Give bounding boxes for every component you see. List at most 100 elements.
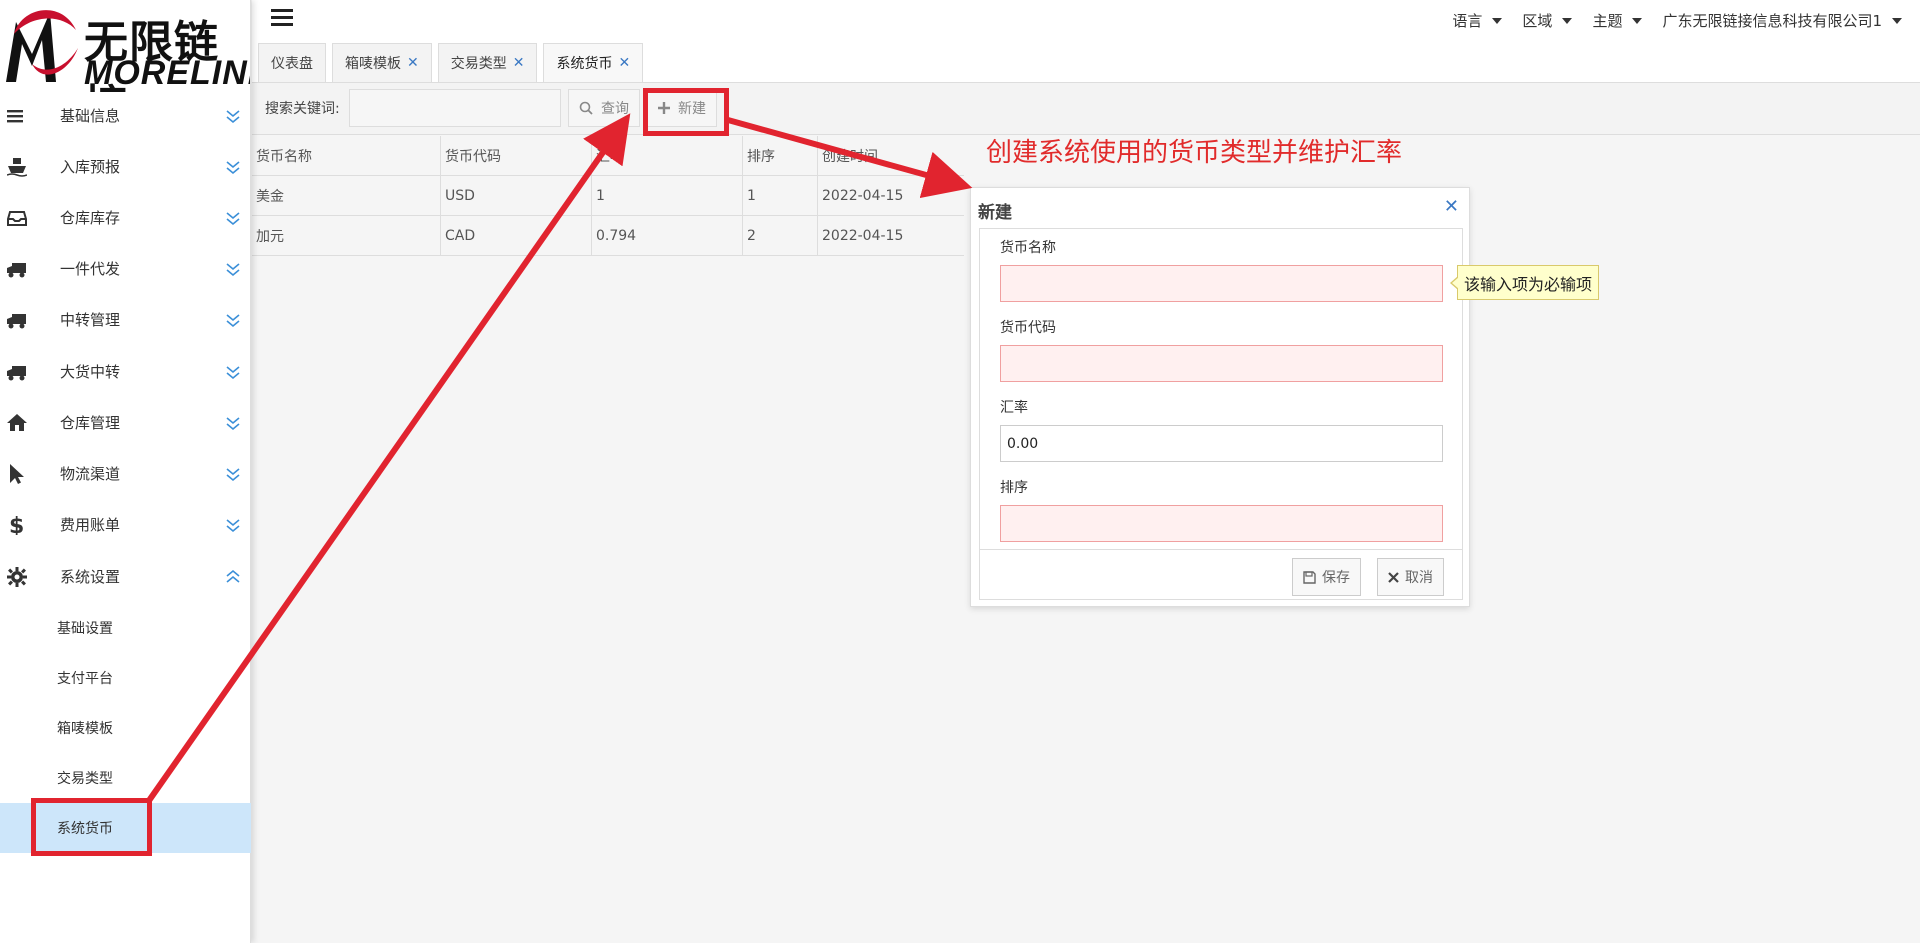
- sidebar-subitem-label: 交易类型: [57, 771, 113, 787]
- header-dropdowns: 语言 区域 主题 广东无限链接信息科技有限公司1: [1452, 10, 1902, 31]
- column-header[interactable]: 排序: [743, 135, 818, 176]
- table-cell: 1: [743, 175, 818, 216]
- tab-label: 交易类型: [450, 56, 507, 72]
- theme-dropdown[interactable]: 主题: [1592, 10, 1643, 31]
- truck-icon: [7, 366, 26, 381]
- currency-name-input[interactable]: [1000, 265, 1443, 302]
- language-dropdown[interactable]: 语言: [1452, 10, 1503, 31]
- tab-transaction-type[interactable]: 交易类型 ✕: [437, 43, 538, 82]
- svg-text:$: $: [9, 515, 24, 535]
- sidebar: 无限链接 MORELINK 基础信息 入库预报 仓库库存 一件代发 中转管理 大…: [0, 0, 251, 943]
- table-cell: 1: [592, 175, 743, 216]
- tab-label: 仪表盘: [271, 56, 313, 72]
- sidebar-subitem-label: 基础设置: [57, 621, 113, 637]
- tab-carton-template[interactable]: 箱唛模板 ✕: [332, 43, 432, 82]
- chevron-down-icon: [226, 314, 240, 328]
- save-icon: [1303, 570, 1316, 584]
- close-icon[interactable]: ✕: [618, 55, 630, 71]
- search-input[interactable]: [349, 89, 561, 127]
- currency-code-input[interactable]: [1000, 345, 1443, 382]
- sort-order-input[interactable]: [1000, 505, 1443, 542]
- sidebar-item-label: 入库预报: [60, 158, 121, 176]
- query-button[interactable]: 查询: [568, 89, 640, 127]
- dialog-title: 新建: [978, 203, 1012, 223]
- sidebar-item-label: 系统设置: [60, 568, 121, 586]
- sidebar-item-warehouse-mgmt[interactable]: 仓库管理: [0, 397, 251, 448]
- table-header: 货币名称 货币代码 汇率 排序 创建时间: [252, 135, 964, 176]
- save-label: 保存: [1322, 570, 1350, 586]
- chevron-down-icon: [226, 212, 240, 226]
- table-cell: 2022-04-15: [822, 187, 904, 204]
- list-icon: [7, 110, 23, 123]
- caret-down-icon: [1632, 17, 1643, 24]
- dialog-form: 货币名称 货币代码 汇率 排序 保存 取消: [979, 228, 1463, 600]
- menu-toggle-icon[interactable]: [271, 9, 293, 27]
- table-cell: 0.794: [592, 215, 743, 256]
- caret-down-icon: [1562, 17, 1573, 24]
- currency-table: 货币名称 货币代码 汇率 排序 创建时间 美金 USD 1 1 2022-04-…: [252, 135, 964, 256]
- brand-logo: 无限链接 MORELINK: [0, 0, 250, 92]
- sidebar-subitem-payment-platform[interactable]: 支付平台: [0, 653, 251, 703]
- new-currency-dialog: 新建 ✕ 货币名称 货币代码 汇率 排序 保存 取消: [970, 187, 1470, 607]
- company-label: 广东无限链接信息科技有限公司1: [1662, 12, 1882, 30]
- search-icon: [579, 101, 593, 115]
- sidebar-item-billing[interactable]: $ 费用账单: [0, 499, 251, 550]
- keyword-label: 搜索关键词:: [265, 101, 340, 117]
- sidebar-subitem-label: 支付平台: [57, 671, 113, 687]
- sidebar-item-dropshipping[interactable]: 一件代发: [0, 243, 251, 294]
- sidebar-item-bulk-transit[interactable]: 大货中转: [0, 346, 251, 397]
- table-cell: USD: [441, 175, 592, 216]
- save-button[interactable]: 保存: [1292, 558, 1361, 596]
- company-dropdown[interactable]: 广东无限链接信息科技有限公司1: [1662, 10, 1902, 31]
- dollar-icon: $: [9, 515, 24, 535]
- gear-icon: [7, 567, 27, 587]
- region-label: 区域: [1522, 12, 1553, 30]
- close-icon[interactable]: ✕: [513, 55, 525, 71]
- table-cell: CAD: [441, 215, 592, 256]
- currency-code-label: 货币代码: [1000, 320, 1056, 336]
- chevron-down-icon: [226, 161, 240, 175]
- column-header[interactable]: 汇率: [592, 135, 743, 176]
- sidebar-item-warehouse-stock[interactable]: 仓库库存: [0, 192, 251, 243]
- sidebar-item-label: 基础信息: [60, 107, 121, 125]
- column-header[interactable]: 创建时间: [818, 136, 964, 176]
- sidebar-subitem-system-currency[interactable]: 系统货币: [0, 803, 251, 853]
- close-icon[interactable]: ✕: [407, 55, 419, 71]
- tab-bar: 仪表盘 箱唛模板 ✕ 交易类型 ✕ 系统货币 ✕: [258, 43, 644, 82]
- new-button[interactable]: 新建: [647, 89, 717, 127]
- sidebar-item-logistics-channel[interactable]: 物流渠道: [0, 448, 251, 499]
- cancel-button[interactable]: 取消: [1377, 558, 1444, 596]
- cursor-icon: [10, 464, 24, 484]
- morelink-logo-icon: [6, 10, 78, 82]
- tab-dashboard[interactable]: 仪表盘: [258, 43, 326, 82]
- close-icon: [1388, 571, 1399, 583]
- exchange-rate-input[interactable]: [1000, 425, 1443, 462]
- sidebar-subitem-basic-settings[interactable]: 基础设置: [0, 603, 251, 653]
- close-icon[interactable]: ✕: [1444, 196, 1459, 217]
- truck-icon: [7, 314, 26, 329]
- sidebar-item-transit[interactable]: 中转管理: [0, 294, 251, 345]
- tab-label: 箱唛模板: [345, 56, 401, 72]
- column-header[interactable]: 货币名称: [252, 135, 441, 176]
- column-header[interactable]: 货币代码: [441, 135, 592, 176]
- sidebar-item-system-settings[interactable]: 系统设置: [0, 551, 251, 602]
- sidebar-subitem-carton-template[interactable]: 箱唛模板: [0, 703, 251, 753]
- cancel-label: 取消: [1405, 570, 1433, 586]
- sidebar-item-label: 一件代发: [60, 260, 121, 278]
- sidebar-item-inbound-forecast[interactable]: 入库预报: [0, 141, 251, 192]
- table-row[interactable]: 美金 USD 1 1 2022-04-15: [252, 175, 964, 216]
- sidebar-item-label: 仓库管理: [60, 414, 121, 432]
- ship-icon: [7, 158, 27, 177]
- table-row[interactable]: 加元 CAD 0.794 2 2022-04-15: [252, 215, 964, 256]
- required-tooltip: 该输入项为必输项: [1449, 265, 1600, 300]
- sidebar-item-label: 大货中转: [60, 363, 121, 381]
- sidebar-subitem-transaction-type[interactable]: 交易类型: [0, 753, 251, 803]
- sort-order-label: 排序: [1000, 480, 1028, 496]
- truck-icon: [7, 263, 26, 278]
- chevron-down-icon: [226, 110, 240, 124]
- inbox-icon: [7, 211, 27, 226]
- sidebar-item-label: 仓库库存: [60, 209, 121, 227]
- tab-system-currency[interactable]: 系统货币 ✕: [543, 43, 644, 82]
- sidebar-item-basic-info[interactable]: 基础信息: [0, 90, 251, 141]
- region-dropdown[interactable]: 区域: [1522, 10, 1573, 31]
